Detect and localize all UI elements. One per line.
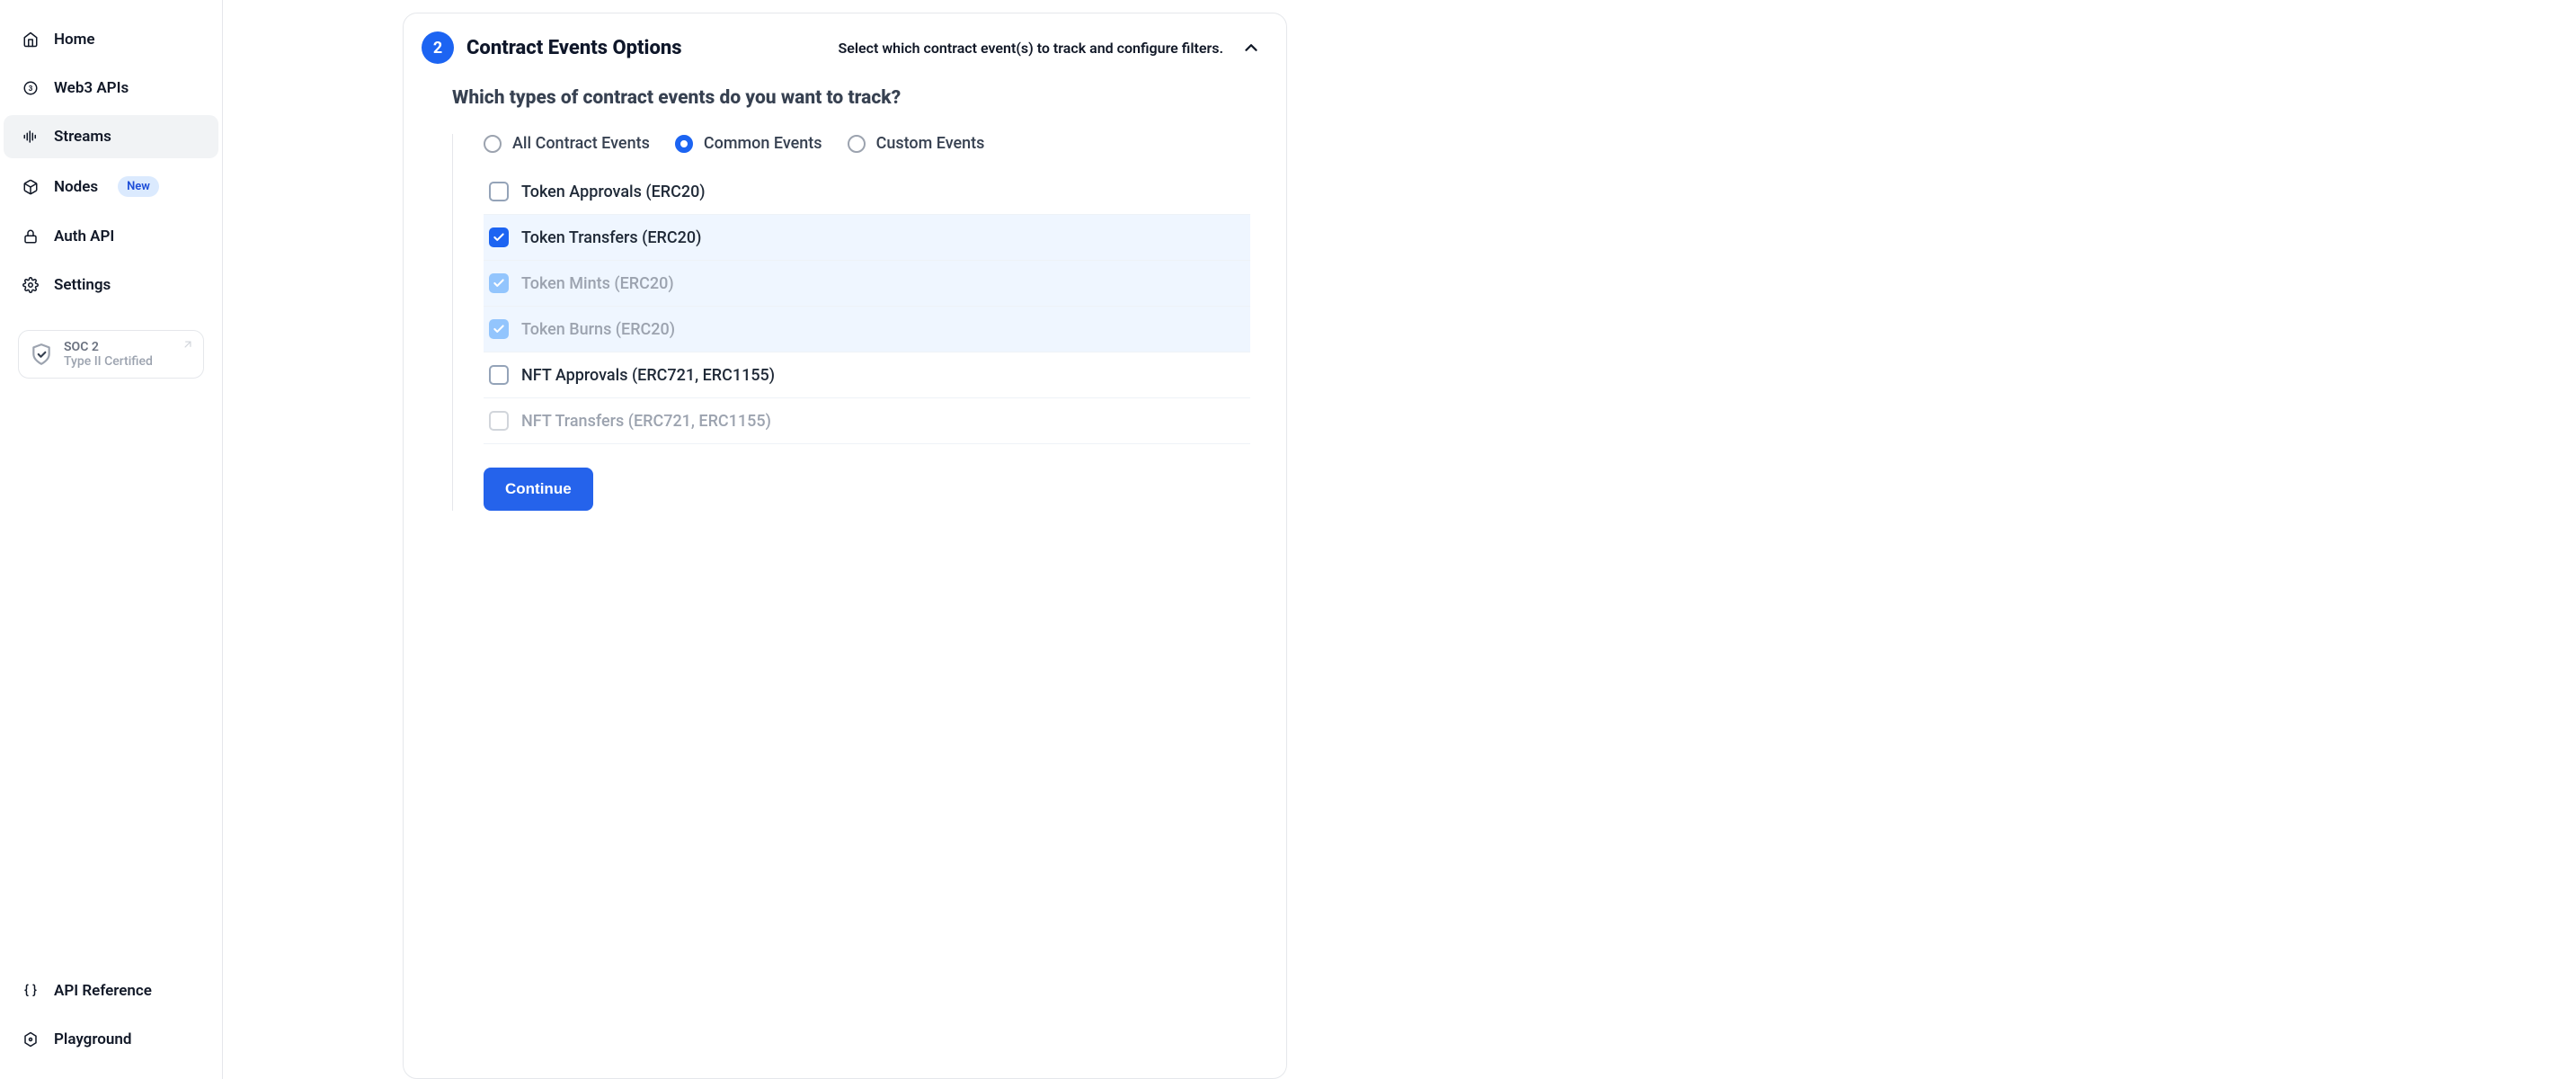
gear-icon [22, 276, 40, 294]
cube-icon [22, 178, 40, 196]
checkbox-box [489, 411, 509, 431]
braces-icon [22, 982, 40, 1000]
sidebar-item-label: Home [54, 31, 95, 49]
step-number-badge: 2 [422, 31, 454, 64]
radio-circle [675, 135, 693, 153]
checkbox-label: NFT Approvals (ERC721, ERC1155) [521, 366, 775, 385]
radio-common-events[interactable]: Common Events [675, 134, 822, 153]
sidebar-bottom-group: API Reference Playground [0, 969, 222, 1061]
sidebar-item-auth-api[interactable]: Auth API [4, 215, 218, 258]
sidebar-item-api-reference[interactable]: API Reference [4, 969, 218, 1012]
panel-body: Which types of contract events do you wa… [404, 78, 1286, 511]
sidebar-item-streams[interactable]: Streams [4, 115, 218, 158]
checkbox-label: Token Approvals (ERC20) [521, 183, 706, 201]
sidebar-item-home[interactable]: Home [4, 18, 218, 61]
checkbox-token-transfers-erc20[interactable]: Token Transfers (ERC20) [484, 215, 1250, 261]
sandbox-icon [22, 1030, 40, 1048]
shield-check-icon [30, 343, 53, 366]
continue-button[interactable]: Continue [484, 468, 593, 511]
sidebar-item-label: Playground [54, 1030, 131, 1048]
radio-label: Common Events [704, 134, 822, 153]
chevron-up-icon[interactable] [1241, 38, 1261, 58]
checkbox-box [489, 365, 509, 385]
waveform-icon [22, 128, 40, 146]
radio-custom-events[interactable]: Custom Events [848, 134, 985, 153]
sidebar-item-playground[interactable]: Playground [4, 1018, 218, 1061]
radio-label: Custom Events [876, 134, 985, 153]
coin-icon: 3 [22, 79, 40, 97]
panel-content-block: All Contract Events Common Events Custom… [452, 134, 1250, 511]
soc-certified-box[interactable]: SOC 2 Type II Certified [18, 330, 204, 379]
panel-hint: Select which contract event(s) to track … [839, 40, 1223, 57]
sidebar-item-label: API Reference [54, 982, 152, 1000]
checkbox-label: Token Burns (ERC20) [521, 320, 675, 339]
radio-circle [484, 135, 502, 153]
checkbox-box [489, 227, 509, 247]
checkbox-box [489, 182, 509, 201]
sidebar-item-label: Streams [54, 128, 111, 146]
panel-question: Which types of contract events do you wa… [452, 87, 1250, 109]
sidebar-item-label: Web3 APIs [54, 79, 129, 97]
panel-title: Contract Events Options [466, 37, 682, 59]
radio-circle [848, 135, 866, 153]
checkbox-token-mints-erc20: Token Mints (ERC20) [484, 261, 1250, 307]
radio-all-contract-events[interactable]: All Contract Events [484, 134, 650, 153]
sidebar-item-label: Nodes [54, 178, 98, 196]
event-type-checkbox-list: Token Approvals (ERC20) Token Transfers … [484, 169, 1250, 444]
checkbox-nft-approvals[interactable]: NFT Approvals (ERC721, ERC1155) [484, 352, 1250, 398]
contract-events-panel: 2 Contract Events Options Select which c… [403, 13, 1287, 1079]
sidebar: Home 3 Web3 APIs Streams Nodes New [0, 0, 223, 1079]
home-icon [22, 31, 40, 49]
sidebar-top-group: Home 3 Web3 APIs Streams Nodes New [0, 18, 222, 411]
checkbox-label: NFT Transfers (ERC721, ERC1155) [521, 412, 771, 431]
sidebar-item-settings[interactable]: Settings [4, 263, 218, 307]
checkbox-label: Token Mints (ERC20) [521, 274, 674, 293]
sidebar-item-web3-apis[interactable]: 3 Web3 APIs [4, 67, 218, 110]
checkbox-label: Token Transfers (ERC20) [521, 228, 701, 247]
sidebar-item-label: Settings [54, 276, 111, 294]
soc-line1: SOC 2 [64, 340, 153, 354]
panel-header[interactable]: 2 Contract Events Options Select which c… [404, 13, 1286, 78]
svg-text:3: 3 [29, 85, 33, 94]
event-scope-radios: All Contract Events Common Events Custom… [484, 134, 1250, 153]
new-badge: New [118, 176, 159, 197]
sidebar-item-nodes[interactable]: Nodes New [4, 164, 218, 210]
soc-line2: Type II Certified [64, 354, 153, 369]
main-content: 2 Contract Events Options Select which c… [223, 0, 2576, 1079]
radio-label: All Contract Events [512, 134, 650, 153]
checkbox-nft-transfers: NFT Transfers (ERC721, ERC1155) [484, 398, 1250, 444]
checkbox-token-burns-erc20: Token Burns (ERC20) [484, 307, 1250, 352]
lock-icon [22, 227, 40, 245]
checkbox-token-approvals-erc20[interactable]: Token Approvals (ERC20) [484, 169, 1250, 215]
external-link-icon [182, 338, 194, 351]
checkbox-box [489, 319, 509, 339]
sidebar-item-label: Auth API [54, 227, 114, 245]
checkbox-box [489, 273, 509, 293]
